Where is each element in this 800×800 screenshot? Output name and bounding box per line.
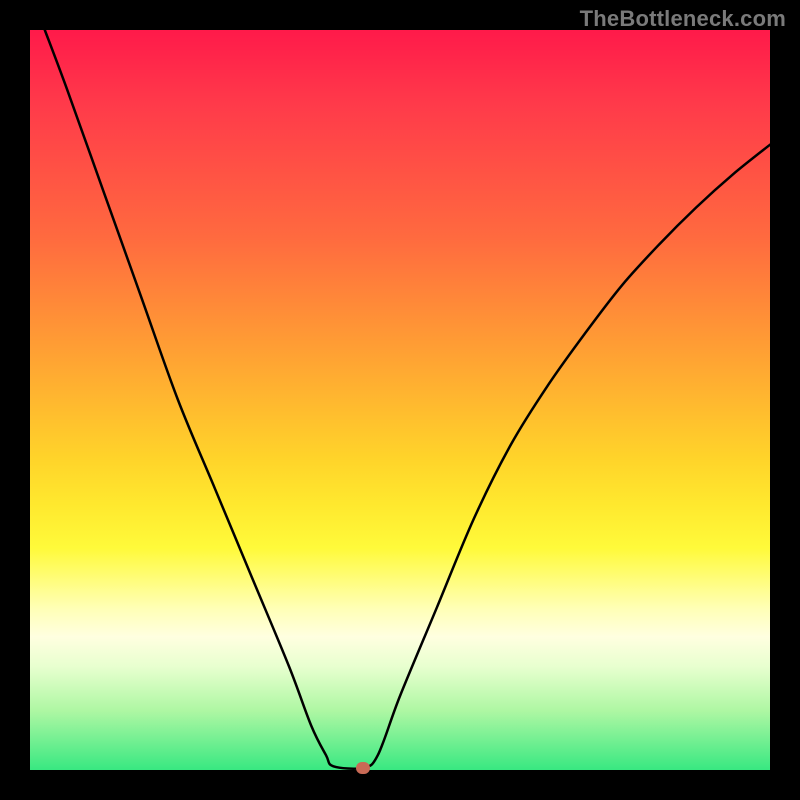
watermark-text: TheBottleneck.com xyxy=(580,6,786,32)
bottleneck-curve xyxy=(30,30,770,770)
chart-frame: TheBottleneck.com xyxy=(0,0,800,800)
optimum-marker xyxy=(356,762,370,774)
